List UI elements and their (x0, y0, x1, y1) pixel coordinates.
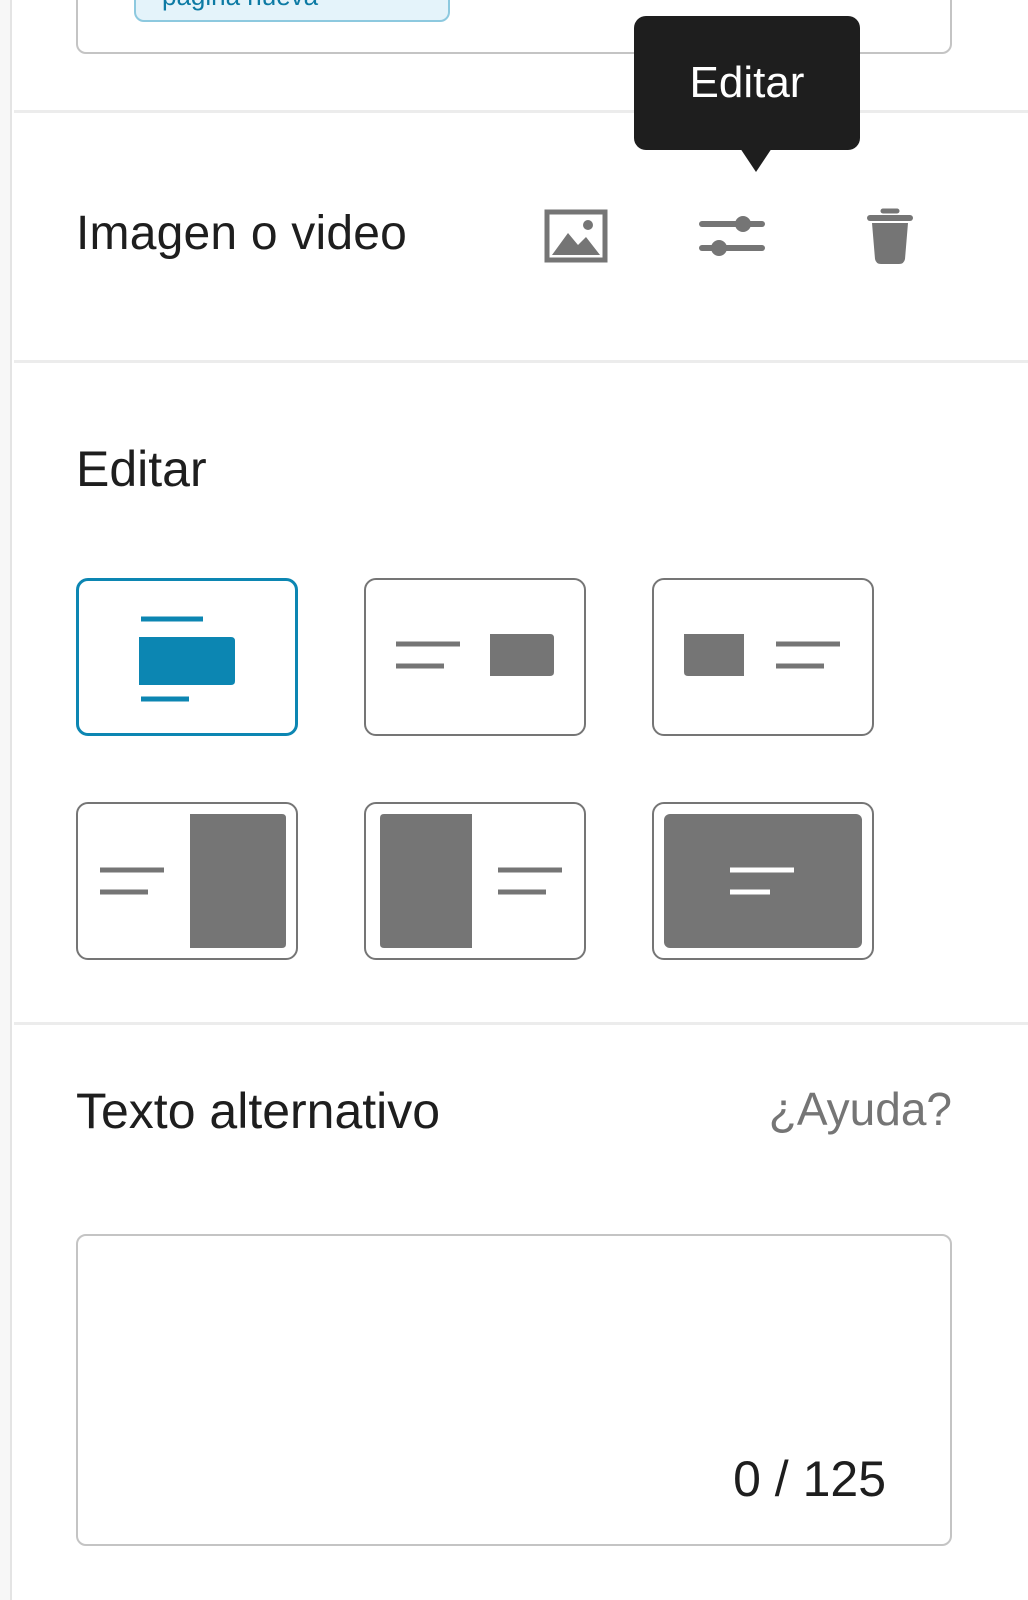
image-icon (544, 209, 608, 263)
tooltip-arrow (740, 148, 772, 172)
layout-image-top-centered-icon (139, 616, 235, 702)
page-chip[interactable]: página nueva (134, 0, 450, 22)
editor-sidebar-panel: página nueva Imagen o video Editar Edita… (0, 0, 1028, 1600)
edit-section-title: Editar (76, 441, 207, 497)
layout-image-background[interactable] (652, 802, 874, 960)
layout-image-left-tall-icon (380, 814, 562, 948)
alt-text-input[interactable]: 0 / 125 (76, 1234, 952, 1546)
help-link[interactable]: ¿Ayuda? (769, 1082, 952, 1136)
layout-image-left[interactable] (652, 578, 874, 736)
replace-image-button[interactable] (538, 198, 614, 274)
character-counter: 0 / 125 (733, 1451, 886, 1507)
layout-image-left-icon (684, 634, 840, 676)
layout-image-right[interactable] (364, 578, 586, 736)
delete-image-button[interactable] (852, 198, 928, 274)
layout-image-left-tall[interactable] (364, 802, 586, 960)
edit-tooltip: Editar (634, 16, 860, 150)
trash-icon (867, 208, 913, 264)
layout-image-top-centered[interactable] (76, 578, 298, 736)
layout-image-right-tall-icon (100, 814, 286, 948)
layout-image-right-icon (396, 634, 554, 676)
layout-image-background-icon (664, 814, 862, 948)
media-section-label: Imagen o video (76, 207, 408, 260)
section-divider (14, 360, 1028, 363)
adjustments-icon (699, 216, 765, 256)
alt-text-label: Texto alternativo (76, 1083, 441, 1139)
section-divider (14, 110, 1028, 113)
panel-left-border (0, 0, 12, 1600)
edit-image-button[interactable] (694, 198, 770, 274)
layout-image-right-tall[interactable] (76, 802, 298, 960)
section-divider (14, 1022, 1028, 1025)
